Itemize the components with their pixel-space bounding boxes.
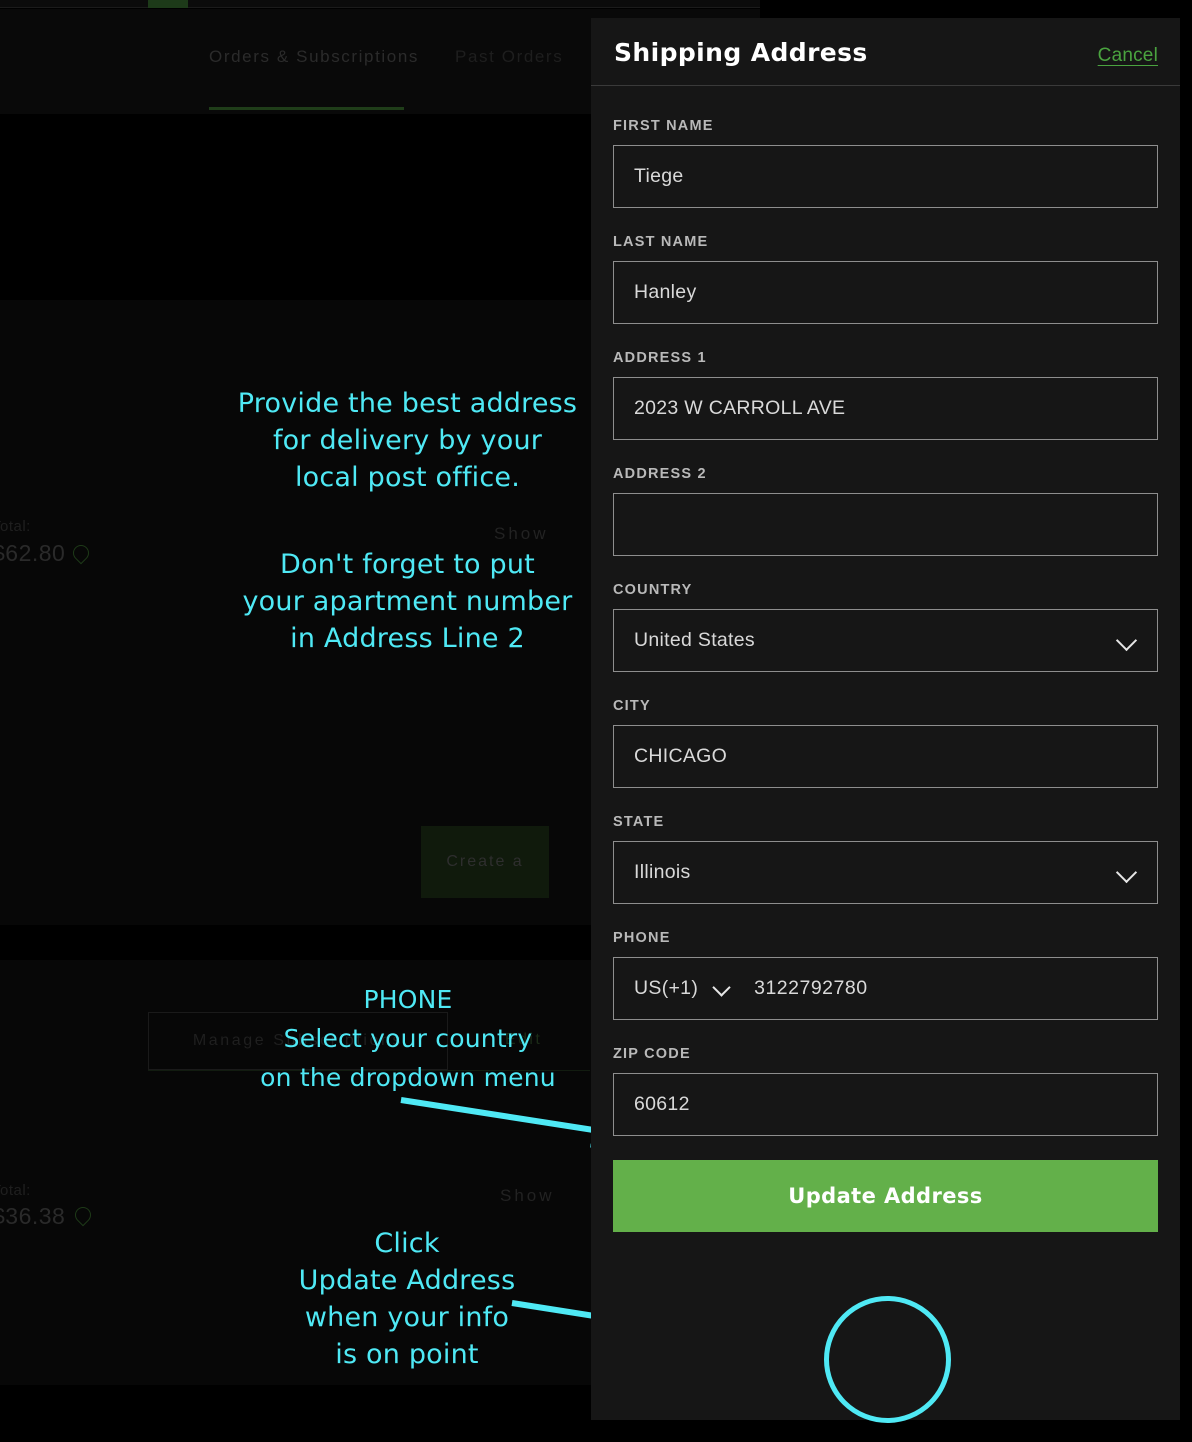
page-title: Shipping Address	[614, 38, 868, 67]
first-name-input[interactable]: Tiege	[613, 145, 1158, 208]
state-label: STATE	[613, 814, 665, 830]
chevron-down-icon	[1117, 633, 1137, 653]
shipping-address-panel: Shipping Address Cancel FIRST NAME Tiege…	[591, 18, 1180, 1420]
country-label: COUNTRY	[613, 582, 693, 598]
field-phone: PHONE US(+1) 3122792780	[613, 930, 1158, 1020]
chevron-down-icon[interactable]	[712, 979, 738, 999]
annotation-line: Don't forget to put	[280, 549, 535, 580]
field-state: STATE Illinois	[613, 814, 1158, 904]
field-last-name: LAST NAME Hanley	[613, 234, 1158, 324]
annotation-line: Click	[374, 1228, 440, 1259]
tab-past-orders[interactable]: Past Orders	[455, 47, 563, 67]
field-first-name: FIRST NAME Tiege	[613, 118, 1158, 208]
order-2-total-value: $36.38	[0, 1203, 66, 1229]
order-2-total-label: Total:	[0, 1182, 31, 1199]
city-input[interactable]: CHICAGO	[613, 725, 1158, 788]
first-name-label: FIRST NAME	[613, 118, 714, 134]
order-1-show-link[interactable]: Show	[494, 524, 549, 544]
annotation-line: on the dropdown menu	[260, 1063, 556, 1092]
update-address-button[interactable]: Update Address	[613, 1160, 1158, 1232]
annotation-line: in Address Line 2	[290, 623, 525, 654]
state-selected-value: Illinois	[634, 861, 691, 883]
annotation-line: your apartment number	[242, 586, 573, 617]
annotation-apartment-tip: Don't forget to put your apartment numbe…	[230, 546, 585, 657]
zip-code-label: ZIP CODE	[613, 1046, 691, 1062]
chevron-down-icon	[1117, 865, 1137, 885]
active-tab-indicator	[209, 107, 404, 110]
order-2-show-link[interactable]: Show	[500, 1186, 555, 1206]
annotation-line: local post office.	[294, 462, 521, 493]
order-1-total-value: $62.80	[0, 540, 66, 566]
address-1-input[interactable]: 2023 W CARROLL AVE	[613, 377, 1158, 440]
site-header-bar	[0, 0, 760, 8]
tab-orders-subscriptions[interactable]: Orders & Subscriptions	[209, 47, 419, 67]
state-select[interactable]: Illinois	[613, 841, 1158, 904]
last-name-input[interactable]: Hanley	[613, 261, 1158, 324]
cancel-link[interactable]: Cancel	[1098, 45, 1158, 67]
field-country: COUNTRY United States	[613, 582, 1158, 672]
annotation-line: for delivery by your	[272, 425, 543, 456]
field-address-2: ADDRESS 2	[613, 466, 1158, 556]
site-logo	[148, 0, 188, 8]
annotation-line: Select your country	[283, 1024, 533, 1053]
annotation-phone-tip: PHONE Select your country on the dropdow…	[233, 980, 583, 1097]
address-2-input[interactable]	[613, 493, 1158, 556]
annotation-line: is on point	[335, 1339, 479, 1370]
annotation-line: when your info	[304, 1302, 510, 1333]
order-1-total-label: Total:	[0, 518, 31, 535]
field-city: CITY CHICAGO	[613, 698, 1158, 788]
field-address-1: ADDRESS 1 2023 W CARROLL AVE	[613, 350, 1158, 440]
annotation-line: Provide the best address	[237, 388, 578, 419]
annotation-line: PHONE	[363, 985, 453, 1014]
phone-row: US(+1) 3122792780	[613, 957, 1158, 1020]
phone-number-input[interactable]: 3122792780	[754, 977, 867, 1000]
phone-country-code[interactable]: US(+1)	[634, 977, 698, 1000]
country-selected-value: United States	[634, 629, 755, 651]
app-screenshot: Orders & Subscriptions Past Orders Total…	[0, 0, 1192, 1442]
last-name-label: LAST NAME	[613, 234, 709, 250]
annotation-line: Update Address	[298, 1265, 516, 1296]
annotation-address-tip: Provide the best address for delivery by…	[230, 385, 585, 496]
shipping-address-form: FIRST NAME Tiege LAST NAME Hanley ADDRES…	[591, 118, 1180, 1136]
annotation-update-tip: Click Update Address when your info is o…	[262, 1225, 552, 1373]
panel-header: Shipping Address Cancel	[591, 18, 1180, 86]
create-a-button[interactable]: Create a	[421, 826, 549, 898]
city-label: CITY	[613, 698, 651, 714]
phone-label: PHONE	[613, 930, 671, 946]
address-1-label: ADDRESS 1	[613, 350, 707, 366]
field-zip-code: ZIP CODE 60612	[613, 1046, 1158, 1136]
address-2-label: ADDRESS 2	[613, 466, 707, 482]
zip-code-input[interactable]: 60612	[613, 1073, 1158, 1136]
country-select[interactable]: United States	[613, 609, 1158, 672]
